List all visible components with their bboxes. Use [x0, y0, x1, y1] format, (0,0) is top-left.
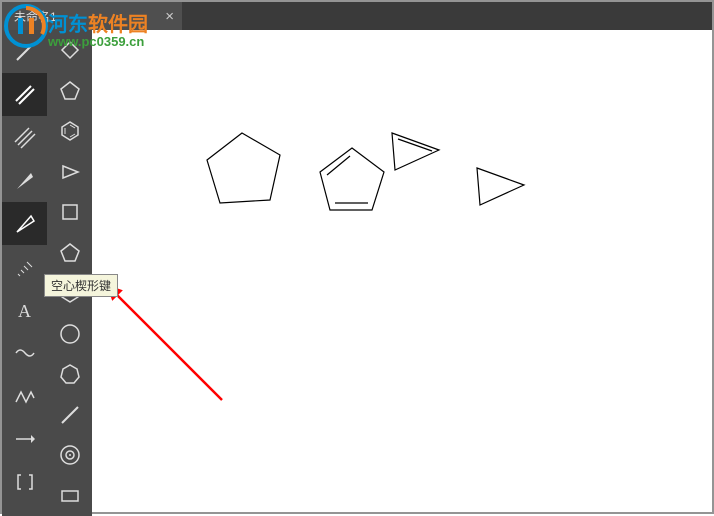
close-icon[interactable]: ×: [165, 8, 174, 25]
svg-text:A: A: [18, 301, 31, 321]
pentagon-tool[interactable]: [47, 233, 92, 274]
heptagon-tool[interactable]: [47, 354, 92, 395]
hollow-wedge-tool[interactable]: [2, 202, 47, 245]
text-tool[interactable]: A: [2, 288, 47, 331]
target-tool[interactable]: [47, 435, 92, 476]
watermark-text-1: 河东软件园: [48, 8, 148, 37]
double-line-tool[interactable]: [2, 73, 47, 116]
toolbox: A: [2, 30, 92, 516]
hash-wedge-tool[interactable]: [2, 245, 47, 288]
watermark-logo: [4, 4, 48, 53]
octagon-line-tool[interactable]: [47, 395, 92, 436]
wavy-bond-tool[interactable]: [2, 331, 47, 374]
rect-tool[interactable]: [47, 476, 92, 516]
watermark-part-2: 软件园: [88, 14, 148, 36]
tooltip: 空心楔形键: [44, 274, 118, 297]
chain-tool[interactable]: [2, 374, 47, 417]
square-tool[interactable]: [47, 192, 92, 233]
tool-column-right: [47, 30, 92, 516]
circle-tool[interactable]: [47, 314, 92, 355]
annotation-arrow: [102, 280, 232, 410]
watermark-url: www.pc0359.cn: [48, 34, 144, 49]
drawn-triangle-1[interactable]: [387, 125, 447, 180]
benzene-tool[interactable]: [47, 111, 92, 152]
drawn-pentagon[interactable]: [202, 125, 292, 215]
canvas[interactable]: [92, 30, 712, 512]
arrow-tool[interactable]: [2, 417, 47, 460]
solid-wedge-tool[interactable]: [2, 159, 47, 202]
triple-line-tool[interactable]: [2, 116, 47, 159]
watermark-part-1: 河东: [48, 14, 88, 36]
drawn-triangle-2[interactable]: [472, 160, 532, 215]
cyclopentane-tool[interactable]: [47, 71, 92, 112]
tool-column-left: A: [2, 30, 47, 516]
bracket-tool[interactable]: [2, 460, 47, 503]
triangle-tool[interactable]: [47, 152, 92, 193]
tooltip-text: 空心楔形键: [51, 279, 111, 293]
drawn-cyclopentadiene[interactable]: [312, 140, 392, 220]
